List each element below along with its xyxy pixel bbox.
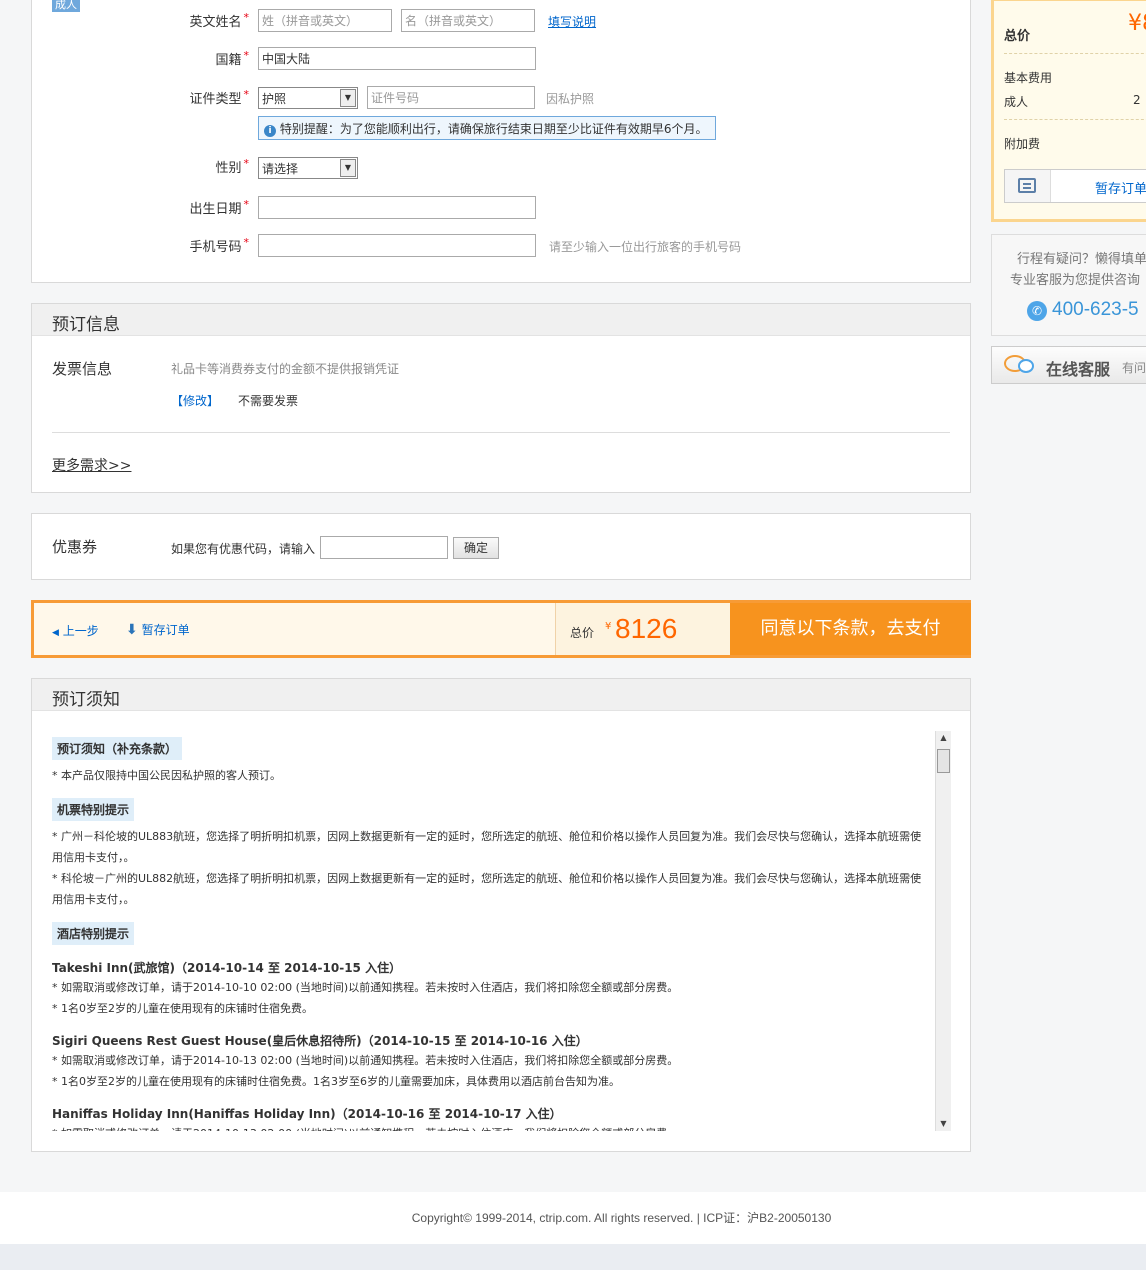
more-requests-link[interactable]: 更多需求>> (52, 455, 131, 475)
invoice-note: 礼品卡等消费券支付的金额不提供报销凭证 (171, 362, 400, 376)
supplement-text: * 本产品仅限持中国公民因私护照的客人预订。 (52, 769, 281, 782)
chevron-left-icon: ◀ (52, 628, 59, 638)
hotel-line: * 如需取消或修改订单，请于2014-10-10 02:00 (当地时间)以前通… (52, 981, 679, 994)
hotel-line: * 1名0岁至2岁的儿童在使用现有的床铺时住宿免费。 (52, 1002, 313, 1015)
modify-invoice-link[interactable]: 【修改】 (171, 392, 219, 409)
coupon-prompt: 如果您有优惠代码，请输入 (171, 542, 316, 556)
hotel-title: Sigiri Queens Rest Guest House(皇后休息招待所)（… (52, 1034, 588, 1048)
coupon-label: 优惠券 (52, 538, 98, 556)
id-type-hint: 因私护照 (546, 92, 595, 106)
adult-count: 2 (1133, 93, 1141, 107)
gender-label: 性别 * (215, 157, 249, 176)
sidebar-total-label: 总价 (1004, 29, 1031, 44)
id-type-label: 证件类型 * (189, 88, 249, 107)
base-fee-label: 基本费用 (1004, 71, 1053, 85)
scroll-up-arrow[interactable]: ▲ (936, 731, 951, 745)
nationality-field[interactable]: 中国大陆 (258, 47, 536, 70)
copyright-text: Copyright© 1999-2014, ctrip.com. All rig… (411, 1211, 832, 1225)
phone-icon: ✆ (1027, 301, 1047, 321)
surname-input[interactable]: 姓（拼音或英文） (258, 9, 392, 32)
notice-scroll-area: 预订须知（补充条款） * 本产品仅限持中国公民因私护照的客人预订。 机票特别提示… (52, 729, 950, 1131)
back-button[interactable]: ◀ 上一步 (52, 622, 99, 639)
total-label: 总价 (570, 626, 595, 640)
passenger-form-panel: 成人 英文姓名 * 姓（拼音或英文） 名（拼音或英文） 填写说明 国籍 * 中国大陆… (31, 0, 971, 283)
total-box: 总价 ¥ 8126 (555, 603, 730, 655)
online-service-label: 在线客服 (1046, 360, 1111, 379)
coupon-confirm-button[interactable]: 确定 (453, 537, 499, 559)
id-reminder-text: 特别提醒：为了您能顺利出行，请确保旅行结束日期至少比证件有效期早6个月。 (279, 122, 708, 136)
id-type-select[interactable]: 护照 ▼ (258, 87, 358, 109)
tag-supplement: 预订须知（补充条款） (52, 737, 183, 760)
booking-info-panel: 预订信息 发票信息 礼品卡等消费券支付的金额不提供报销凭证 【修改】 不需要发票… (31, 303, 971, 493)
surcharge-label: 附加费 (1004, 137, 1041, 151)
info-icon: i (264, 125, 276, 137)
hotel-line: * 如需取消或修改订单，请于2014-10-13 02:00 (当地时间)以前通… (52, 1123, 678, 1131)
flight-note-2: * 科伦坡－广州的UL882航班，您选择了明折明扣机票，因网上数据更新有一定的延… (52, 872, 922, 906)
flight-note-1: * 广州－科伦坡的UL883航班，您选择了明折明扣机票，因网上数据更新有一定的延… (52, 830, 922, 864)
sidebar-save-order-button[interactable]: 暂存订单 (1004, 169, 1146, 203)
invoice-label: 发票信息 (52, 360, 113, 378)
price-summary-panel: 总价 ¥8 基本费用 成人 2 附加费 暂存订单 (991, 0, 1146, 222)
invoice-value: 不需要发票 (238, 394, 299, 408)
chevron-down-icon: ▼ (340, 89, 356, 107)
scroll-down-arrow[interactable]: ▼ (936, 1117, 951, 1131)
divider (52, 432, 950, 433)
calendar-icon (1005, 170, 1051, 202)
help-line-2: 专业客服为您提供咨询 (1010, 273, 1141, 288)
total-price: 8126 (615, 613, 678, 644)
given-name-input[interactable]: 名（拼音或英文） (401, 9, 535, 32)
help-line-1: 行程有疑问？懒得填单？ (1017, 252, 1146, 267)
hotel-title: Takeshi Inn(武旅馆)（2014-10-14 至 2014-10-15… (52, 961, 402, 975)
booking-info-title: 预订信息 (32, 304, 970, 336)
coupon-panel: 优惠券 如果您有优惠代码，请输入 确定 (31, 513, 971, 580)
action-bar: ◀ 上一步 ⬇ 暂存订单 总价 ¥ 8126 同意以下条款，去支付 (31, 600, 971, 658)
notice-scrollbar[interactable]: ▲ ▼ (935, 731, 951, 1131)
coupon-input[interactable] (320, 536, 448, 559)
id-number-input[interactable]: 证件号码 (367, 86, 535, 109)
booking-notice-panel: 预订须知 预订须知（补充条款） * 本产品仅限持中国公民因私护照的客人预订。 机… (31, 678, 971, 1152)
currency-symbol: ¥ (605, 621, 612, 632)
footer-bottom-band (0, 1244, 1146, 1270)
id-reminder-box: i 特别提醒：为了您能顺利出行，请确保旅行结束日期至少比证件有效期早6个月。 (258, 116, 716, 140)
divider (1004, 53, 1146, 54)
adult-label: 成人 (1004, 95, 1029, 109)
mobile-label: 手机号码 * (189, 236, 249, 255)
booking-notice-title: 预订须知 (32, 679, 970, 711)
birthdate-field[interactable] (258, 196, 536, 219)
hotel-line: * 1名0岁至2岁的儿童在使用现有的床铺时住宿免费。1名3岁至6岁的儿童需要加床… (52, 1075, 620, 1088)
tag-hotel: 酒店特别提示 (52, 922, 135, 945)
download-icon: ⬇ (126, 622, 138, 638)
online-service-button[interactable]: 在线客服 有问 (991, 346, 1146, 384)
hotel-line: * 如需取消或修改订单，请于2014-10-13 02:00 (当地时间)以前通… (52, 1054, 679, 1067)
birthdate-label: 出生日期 * (189, 198, 249, 217)
online-service-hint: 有问 (1122, 361, 1146, 375)
nationality-label: 国籍 * (215, 49, 249, 68)
agree-and-pay-button[interactable]: 同意以下条款，去支付 (730, 603, 971, 655)
fill-help-link[interactable]: 填写说明 (548, 13, 596, 30)
chevron-down-icon: ▼ (340, 159, 356, 177)
save-order-button[interactable]: ⬇ 暂存订单 (126, 621, 190, 638)
english-name-label: 英文姓名 * (189, 11, 249, 30)
sidebar-total-price: ¥8 (1128, 11, 1146, 36)
hotline-number: 400-623-5 (1052, 299, 1139, 320)
passenger-tag: 成人 (52, 0, 80, 12)
tag-flight: 机票特别提示 (52, 798, 135, 821)
sidebar-save-order-label: 暂存订单 (1095, 182, 1146, 197)
gender-select[interactable]: 请选择 ▼ (258, 157, 358, 179)
help-box: 行程有疑问？懒得填单？ 专业客服为您提供咨询 ✆ 400-623-5 (991, 234, 1146, 336)
hotel-title: Haniffas Holiday Inn(Haniffas Holiday In… (52, 1107, 562, 1121)
mobile-field[interactable] (258, 234, 536, 257)
scroll-thumb[interactable] (937, 749, 950, 773)
mobile-hint: 请至少输入一位出行旅客的手机号码 (549, 240, 742, 254)
footer: Copyright© 1999-2014, ctrip.com. All rig… (0, 1192, 1146, 1244)
divider (1004, 119, 1146, 120)
